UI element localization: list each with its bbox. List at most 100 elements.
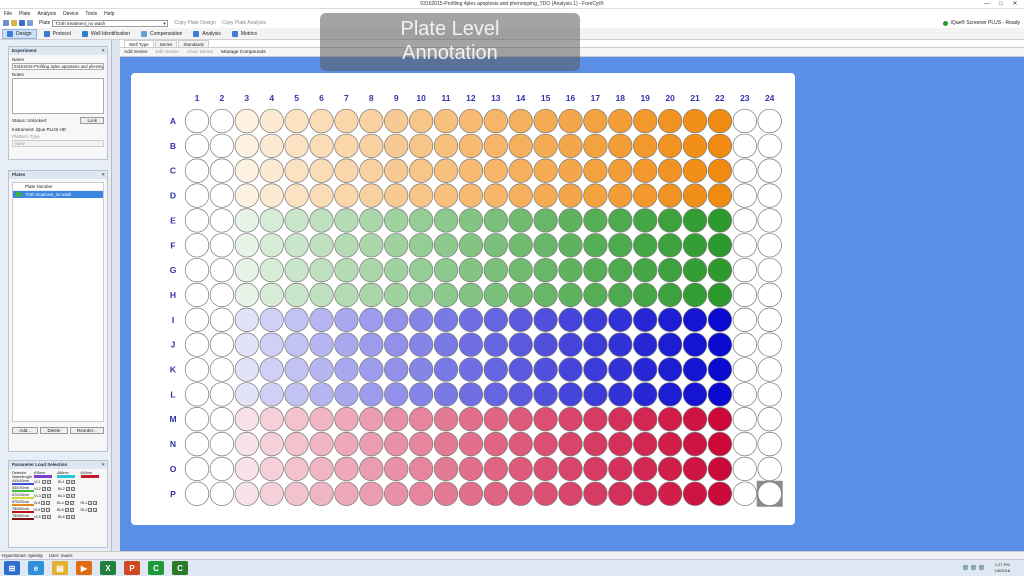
well-L13[interactable] [483, 382, 508, 407]
volume-icon[interactable] [971, 565, 976, 570]
well-G22[interactable] [707, 257, 733, 283]
well-J5[interactable] [284, 332, 309, 357]
well-P8[interactable] [359, 481, 384, 506]
well-C8[interactable] [359, 158, 384, 183]
well-D4[interactable] [259, 183, 284, 208]
well-B16[interactable] [558, 133, 583, 158]
channel-checkbox[interactable]: ✓ [64, 507, 69, 512]
well-O1[interactable] [184, 456, 210, 482]
well-B24[interactable] [757, 133, 782, 158]
channel-checkbox[interactable]: ✓ [46, 479, 51, 484]
well-E12[interactable] [458, 208, 484, 233]
well-B2[interactable] [209, 133, 235, 158]
well-C18[interactable] [608, 158, 633, 183]
well-D2[interactable] [209, 183, 235, 208]
well-L12[interactable] [458, 382, 484, 407]
well-H4[interactable] [259, 282, 284, 308]
well-E8[interactable] [359, 208, 384, 233]
well-G14[interactable] [508, 257, 533, 283]
well-N17[interactable] [583, 431, 608, 457]
well-F13[interactable] [483, 233, 508, 258]
clock[interactable]: 1:27 PM 1/6/2016 [994, 562, 1010, 574]
well-G11[interactable] [433, 257, 459, 283]
well-O24[interactable] [757, 456, 782, 482]
well-D22[interactable] [707, 183, 733, 208]
well-F22[interactable] [707, 233, 733, 258]
well-H24[interactable] [757, 282, 782, 308]
well-P3[interactable] [234, 481, 259, 506]
well-K8[interactable] [359, 357, 384, 382]
well-M5[interactable] [284, 407, 309, 432]
well-N4[interactable] [259, 431, 284, 457]
well-O8[interactable] [359, 456, 384, 482]
well-K2[interactable] [209, 357, 235, 382]
well-H18[interactable] [608, 282, 633, 308]
channel-checkbox[interactable]: ✓ [41, 500, 46, 505]
menu-help[interactable]: Help [104, 11, 114, 17]
well-E19[interactable] [633, 208, 658, 233]
well-F1[interactable] [184, 233, 210, 258]
well-C9[interactable] [384, 158, 409, 183]
ppt-icon[interactable]: P [124, 561, 140, 575]
well-G17[interactable] [583, 257, 608, 283]
copy-plate-design-button[interactable]: Copy Plate Design [174, 20, 215, 26]
well-N23[interactable] [732, 431, 757, 457]
well-L24[interactable] [757, 382, 782, 407]
channel-checkbox[interactable]: ✓ [93, 500, 98, 505]
well-C20[interactable] [657, 158, 683, 183]
well-N7[interactable] [334, 431, 359, 457]
well-E9[interactable] [384, 208, 409, 233]
channel-checkbox[interactable]: ✓ [69, 500, 74, 505]
new-icon[interactable] [3, 20, 9, 26]
well-O17[interactable] [583, 456, 608, 482]
well-I4[interactable] [259, 307, 284, 332]
channel-checkbox[interactable]: ✓ [46, 507, 51, 512]
well-A12[interactable] [458, 108, 484, 134]
well-G7[interactable] [334, 257, 359, 283]
well-O4[interactable] [259, 456, 284, 482]
well-C1[interactable] [184, 158, 210, 183]
well-D14[interactable] [508, 183, 533, 208]
well-H20[interactable] [657, 282, 683, 308]
well-C22[interactable] [707, 158, 733, 183]
well-K12[interactable] [458, 357, 484, 382]
clear-series-button[interactable]: Clear Series [187, 50, 213, 55]
well-B1[interactable] [184, 133, 210, 158]
well-P14[interactable] [508, 481, 533, 506]
well-E22[interactable] [707, 208, 733, 233]
well-H14[interactable] [508, 282, 533, 308]
well-L23[interactable] [732, 382, 757, 407]
well-P20[interactable] [657, 481, 683, 506]
well-P16[interactable] [558, 481, 583, 506]
pin-icon[interactable]: ✕ [101, 461, 105, 469]
well-L15[interactable] [533, 382, 558, 407]
close-button[interactable]: ✕ [1008, 0, 1022, 8]
plate-list-item[interactable]: T24h treatment_no wash [13, 191, 103, 198]
well-B22[interactable] [707, 133, 733, 158]
well-N10[interactable] [408, 431, 434, 457]
well-J21[interactable] [682, 332, 708, 357]
well-A8[interactable] [359, 108, 384, 134]
well-P4[interactable] [259, 481, 284, 506]
well-F6[interactable] [309, 233, 334, 258]
ribbon-metrics[interactable]: Metrics [228, 29, 261, 39]
menu-analysis[interactable]: Analysis [37, 11, 56, 17]
well-J15[interactable] [533, 332, 558, 357]
well-I19[interactable] [633, 307, 658, 332]
well-P13[interactable] [483, 481, 508, 506]
well-K3[interactable] [234, 357, 259, 382]
well-L6[interactable] [309, 382, 334, 407]
well-N1[interactable] [184, 431, 210, 457]
well-M10[interactable] [408, 407, 434, 432]
reorder-plates-button[interactable]: Reorder... [69, 427, 104, 434]
well-B8[interactable] [359, 133, 384, 158]
well-M20[interactable] [657, 407, 683, 432]
well-A21[interactable] [682, 108, 708, 134]
well-B21[interactable] [682, 133, 708, 158]
well-F14[interactable] [508, 233, 533, 258]
well-D16[interactable] [558, 183, 583, 208]
well-N15[interactable] [533, 431, 558, 457]
pin-icon[interactable]: ✕ [101, 171, 105, 179]
well-N22[interactable] [707, 431, 733, 457]
well-A3[interactable] [234, 108, 259, 134]
